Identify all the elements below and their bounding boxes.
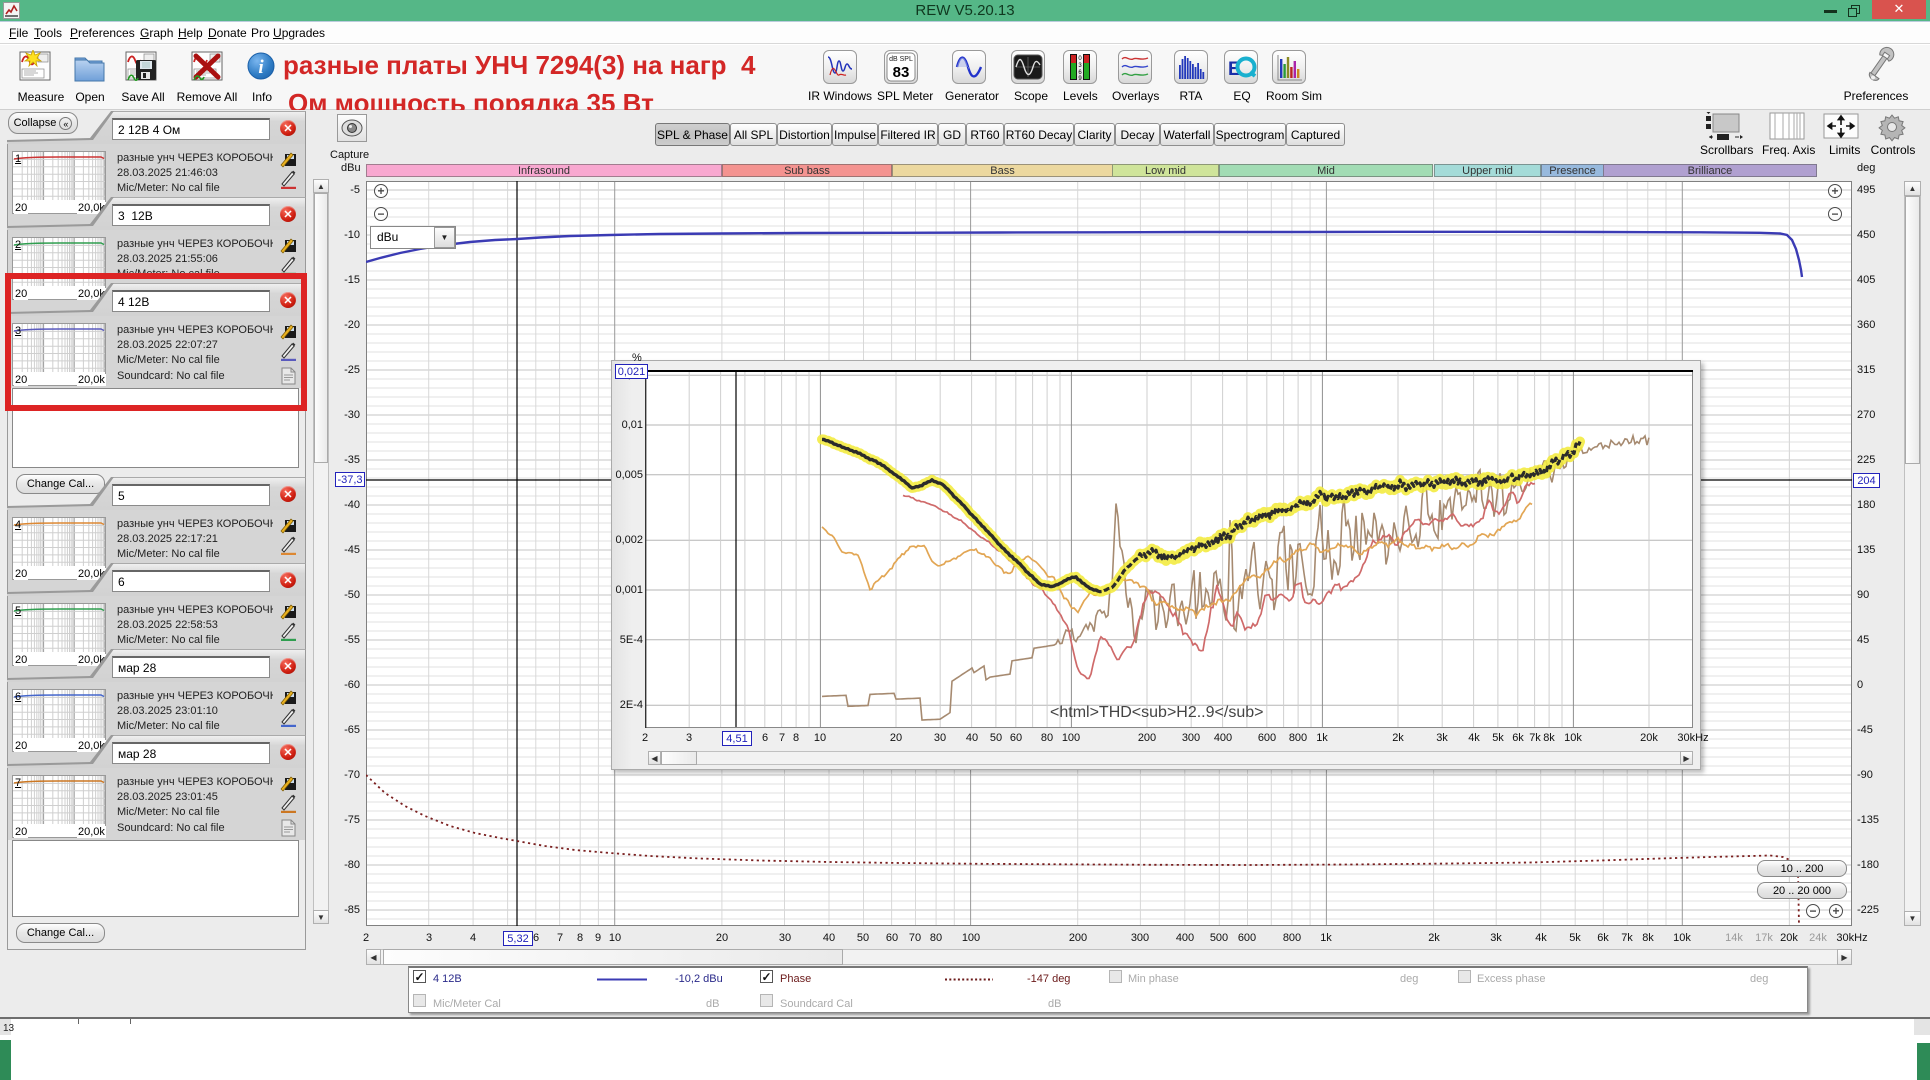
svg-text:dB SPL: dB SPL [889, 56, 913, 63]
svg-text:83: 83 [893, 64, 910, 81]
svg-text:0: 0 [1078, 56, 1082, 62]
svg-text:3: 3 [1078, 63, 1082, 69]
svg-text:i: i [258, 57, 264, 78]
svg-text:9: 9 [1078, 76, 1082, 82]
